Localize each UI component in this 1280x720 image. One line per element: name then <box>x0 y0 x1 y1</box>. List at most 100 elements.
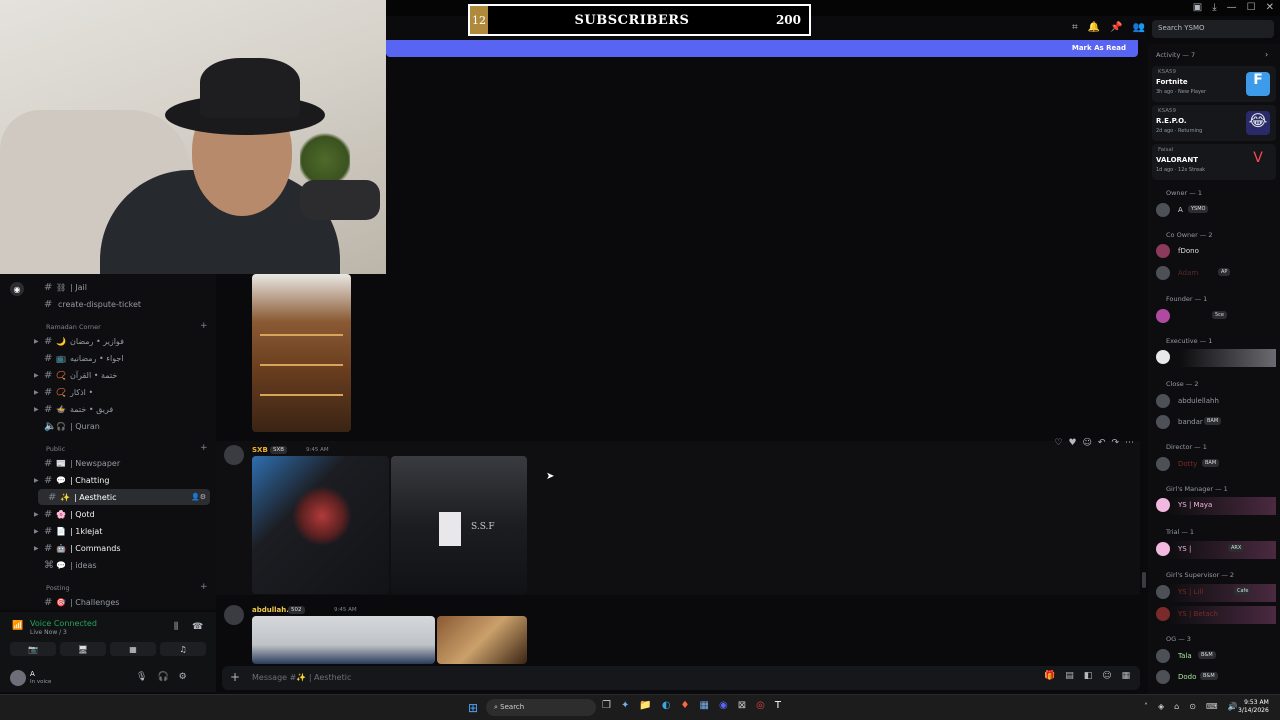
emoji-icon[interactable]: ☺ <box>1102 671 1111 681</box>
channel-commands[interactable]: ▶ # 🤖 | Commands <box>0 540 216 556</box>
forward-icon[interactable]: ↷ <box>1111 438 1119 448</box>
add-channel-icon[interactable]: + <box>200 443 208 453</box>
react-icon[interactable]: ♡ <box>1054 438 1062 448</box>
member-item[interactable]: YS | Lill Cafe <box>1156 584 1276 602</box>
settings-icon[interactable]: 👤⚙ <box>191 493 206 501</box>
category-public[interactable]: Public <box>46 445 65 453</box>
channel-chatting[interactable]: ▶ # 💬 | Chatting <box>0 472 216 488</box>
inbox-icon[interactable]: ▣ <box>1193 2 1202 13</box>
mark-as-read-button[interactable]: Mark As Read <box>1072 44 1126 52</box>
chevron-right-icon[interactable]: › <box>1265 50 1268 59</box>
member-item[interactable]: abdulellahh <box>1156 393 1276 411</box>
message-author[interactable]: SXB <box>252 446 268 454</box>
message-image-hoodie-2[interactable]: S.S.F <box>391 456 527 594</box>
location-icon[interactable]: ⊙ <box>1189 702 1196 711</box>
tray-app-icon[interactable]: ◈ <box>1158 702 1164 711</box>
voice-connected-status[interactable]: Voice Connected <box>30 619 97 628</box>
category-posting[interactable]: Posting <box>46 584 70 592</box>
new-messages-bar[interactable]: Mark As Read <box>386 40 1138 57</box>
message-image-shelves[interactable] <box>252 274 351 432</box>
channel-jail[interactable]: # ⛓ | Jail <box>0 279 216 295</box>
message-image-sky[interactable] <box>252 616 435 664</box>
soundboard-button[interactable]: ♫ <box>160 642 206 656</box>
apps-icon[interactable]: ▦ <box>1122 671 1131 681</box>
copilot-icon[interactable]: ✦ <box>621 700 629 711</box>
camera-button[interactable]: 📷 <box>10 642 56 656</box>
obs-icon[interactable]: ◎ <box>756 700 765 711</box>
taskbar-clock[interactable]: 9:53 AM 3/14/2026 <box>1238 699 1269 715</box>
pin-icon[interactable]: 📌 <box>1110 22 1122 33</box>
member-item[interactable]: Dotty BAM <box>1156 456 1276 474</box>
task-view-icon[interactable]: ❐ <box>602 700 611 711</box>
gift-icon[interactable]: 🎁 <box>1044 671 1055 681</box>
channel-quran-voice[interactable]: 🔈 🎧 | Quran <box>0 418 216 434</box>
activities-button[interactable]: ▦ <box>110 642 156 656</box>
member-item[interactable] <box>1156 349 1276 367</box>
edge-icon[interactable]: ◐ <box>662 700 671 711</box>
member-item[interactable]: A YSMO <box>1156 202 1276 220</box>
channel-challenges[interactable]: # 🎯 | Challenges <box>0 594 216 610</box>
sticker-icon[interactable]: ◧ <box>1084 671 1093 681</box>
heart-icon[interactable]: ♥ <box>1068 438 1076 448</box>
message-author[interactable]: abdullah. <box>252 606 289 614</box>
member-item[interactable]: Dodo B&M <box>1156 669 1276 687</box>
message-composer[interactable] <box>222 666 1140 690</box>
avatar[interactable] <box>224 445 244 465</box>
activity-card[interactable]: KSA59 R.E.P.O. 2d ago · Returning 😂 <box>1152 105 1276 141</box>
message-input[interactable]: Message #✨ | Aesthetic <box>252 673 351 682</box>
terminal-icon[interactable]: T <box>775 700 781 711</box>
maximize-icon[interactable]: ☐ <box>1247 2 1256 13</box>
noise-suppression-icon[interactable]: ⫼ <box>174 622 178 632</box>
member-item[interactable]: Tala B&M <box>1156 648 1276 666</box>
member-item[interactable]: YS | Betach <box>1156 606 1276 624</box>
more-icon[interactable]: ⋯ <box>1125 438 1134 448</box>
member-item[interactable]: 5ce <box>1156 308 1276 326</box>
avatar[interactable] <box>224 605 244 625</box>
upload-plus-icon[interactable]: + <box>230 670 240 684</box>
member-item[interactable]: Adam AP <box>1156 265 1276 283</box>
channel-ramadan-2[interactable]: # 📺 اجواء • رمضانيه <box>0 350 216 366</box>
message-image-hoodie-1[interactable] <box>252 456 389 594</box>
volume-icon[interactable]: 🔊 <box>1227 702 1237 711</box>
channel-qotd[interactable]: ▶ # 🌸 | Qotd <box>0 506 216 522</box>
gif-icon[interactable]: ▤ <box>1065 671 1074 681</box>
member-item[interactable]: fDono <box>1156 243 1276 261</box>
user-name[interactable]: A <box>30 670 35 678</box>
voice-channel-name[interactable]: Live Now / 3 <box>30 629 67 636</box>
network-icon[interactable]: ⌂ <box>1174 702 1179 711</box>
channel-create-dispute-ticket[interactable]: # create-dispute-ticket <box>0 296 216 312</box>
chat-scrollbar[interactable] <box>1142 572 1146 588</box>
member-item[interactable]: YS | ARX <box>1156 541 1276 559</box>
emoji-icon[interactable]: ☺ <box>1083 438 1092 448</box>
gear-icon[interactable]: ⚙ <box>179 672 187 682</box>
category-ramadan[interactable]: Ramadan Corner <box>46 323 101 331</box>
search-input[interactable]: Search YSMO <box>1152 20 1274 38</box>
discord-icon[interactable]: ◉ <box>719 700 728 711</box>
channel-ramadan-5[interactable]: ▶ # 🍲 فريق • ختمة <box>0 401 216 417</box>
capture-icon[interactable]: ⊠ <box>738 700 746 711</box>
avatar[interactable] <box>10 670 26 686</box>
microphone-icon[interactable]: 🎙 <box>136 672 147 682</box>
keyboard-icon[interactable]: ⌨ <box>1206 702 1218 711</box>
channel-ramadan-4[interactable]: ▶ # 📿 اذكار • <box>0 384 216 400</box>
member-item[interactable]: bandar BAM <box>1156 414 1276 432</box>
store-icon[interactable]: ▦ <box>700 700 709 711</box>
download-icon[interactable]: ⤓ <box>1212 2 1216 13</box>
file-explorer-icon[interactable]: 📁 <box>639 700 651 711</box>
add-channel-icon[interactable]: + <box>200 321 208 331</box>
reply-icon[interactable]: ↶ <box>1098 438 1106 448</box>
channel-ramadan-3[interactable]: ▶ # 📿 ختمة • القرآن <box>0 367 216 383</box>
minimize-icon[interactable]: — <box>1227 2 1237 13</box>
add-channel-icon[interactable]: + <box>200 582 208 592</box>
channel-ramadan-1[interactable]: ▶ # 🌙 فوازير • رمضان <box>0 333 216 349</box>
channel-aesthetic[interactable]: # ✨ | Aesthetic 👤⚙ <box>38 489 210 505</box>
members-icon[interactable]: 👥 <box>1133 22 1145 33</box>
close-icon[interactable]: ✕ <box>1266 2 1274 13</box>
channel-1klejat[interactable]: ▶ # 📄 | 1klejat <box>0 523 216 539</box>
windows-start-icon[interactable]: ⊞ <box>468 701 478 715</box>
message-image-room[interactable] <box>437 616 527 664</box>
screen-share-button[interactable]: 🖥 <box>60 642 106 656</box>
channel-ideas[interactable]: ⌘ 💬 | ideas <box>0 557 216 573</box>
headphones-icon[interactable]: 🎧 <box>157 672 168 682</box>
activity-card[interactable]: KSA59 Fortnite 3h ago · New Player F <box>1152 66 1276 102</box>
